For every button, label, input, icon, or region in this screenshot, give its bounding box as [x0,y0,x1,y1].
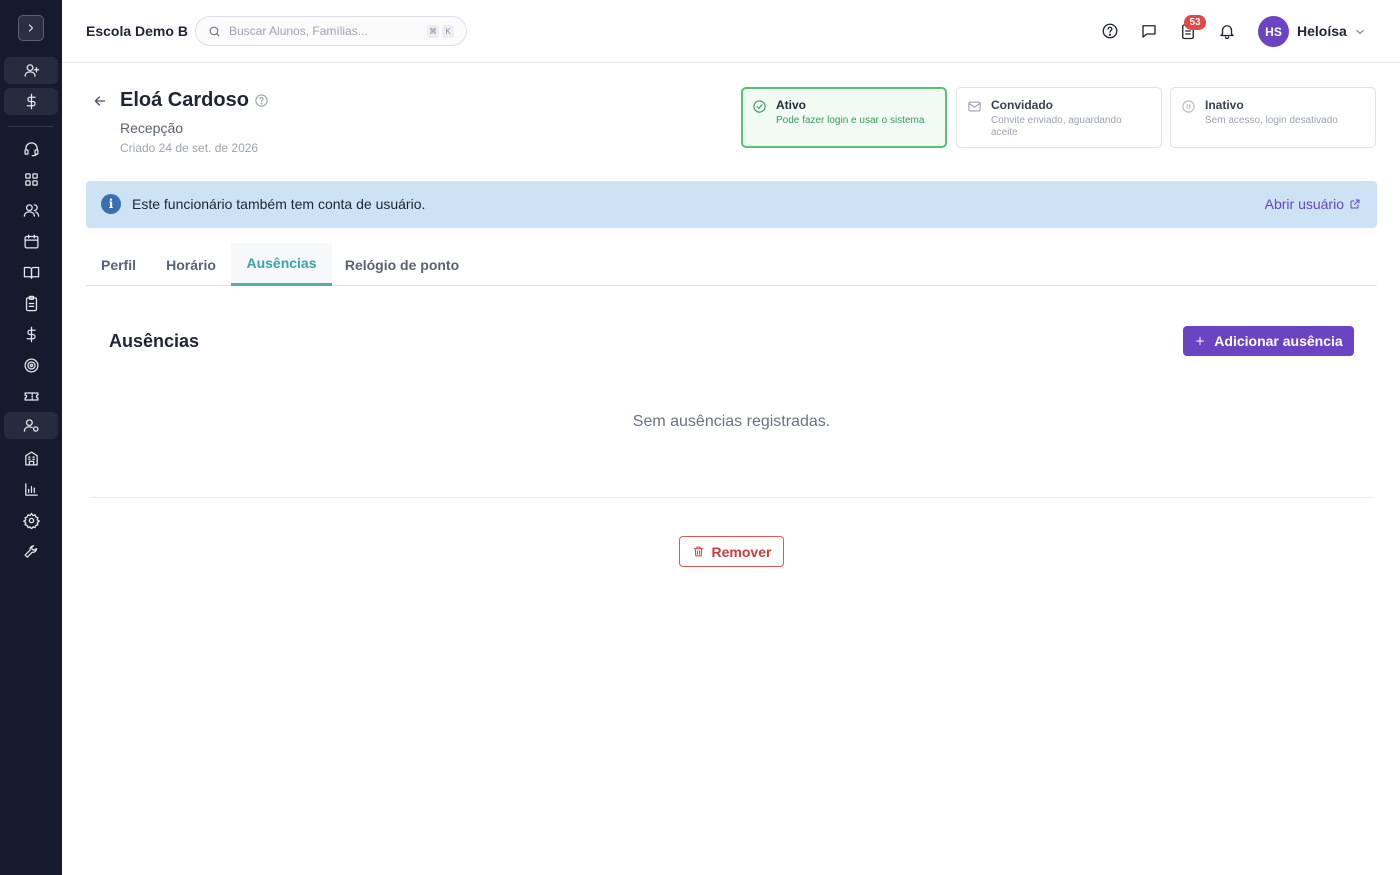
search-icon [209,26,220,36]
top-bar: Escola Demo B ⌘ K [62,0,1400,63]
status-option-title: Ativo [776,98,806,112]
pause-circle-icon [1181,99,1196,119]
sidebar-item-calendar[interactable] [4,228,58,255]
sidebar-item-staff[interactable] [4,412,58,439]
remove-employee-button[interactable]: Remover [679,536,784,567]
sidebar-item-people[interactable] [4,197,58,224]
notification-count-badge: 53 [1184,15,1206,30]
sidebar-item-finance-quick[interactable] [4,88,58,115]
calendar-icon [23,234,39,249]
tab-ausencias[interactable]: Ausências [231,243,332,286]
sidebar-item-buildings[interactable] [4,445,58,472]
gear-icon [22,512,40,529]
open-user-link-label: Abrir usuário [1264,196,1344,212]
headset-icon [23,142,39,157]
employee-created-date: Criado 24 de set. de 2026 [120,141,259,155]
status-option-title: Convidado [991,98,1053,112]
chat-bubble-icon [1142,25,1156,38]
open-user-link[interactable]: Abrir usuário [1265,196,1361,212]
user-account-info-banner: i Este funcionário também tem conta de u… [86,181,1377,228]
bell-icon [1220,25,1234,40]
banner-message: Este funcionário também tem conta de usu… [132,196,426,212]
clipboard-icon [25,295,37,312]
book-icon [23,266,39,279]
sidebar-item-goals[interactable] [4,352,58,379]
status-option-inactive[interactable]: Inativo Sem acesso, login desativado [1170,87,1376,148]
employee-name: Eloá Cardoso [120,89,249,111]
sidebar-divider [8,126,54,127]
status-option-active[interactable]: Ativo Pode fazer login e usar o sistema [741,87,947,148]
help-button[interactable] [1099,20,1121,42]
user-menu-toggle[interactable] [1354,25,1366,43]
user-cog-icon [23,419,39,432]
sidebar-item-support[interactable] [4,135,58,162]
employee-tabs: Perfil Horário Ausências Relógio de pont… [86,243,1377,286]
tab-perfil[interactable]: Perfil [86,243,151,286]
chevron-right-icon [28,24,34,32]
sidebar-item-dashboard[interactable] [4,166,58,193]
remove-label: Remover [711,543,772,560]
sidebar-item-settings[interactable] [4,507,58,534]
status-option-description: Convite enviado, aguardando aceite [991,115,1122,138]
building-icon [24,451,38,466]
target-icon [23,358,39,373]
search-input[interactable] [229,24,419,38]
dashboard-grid-icon [24,173,38,186]
status-option-invited[interactable]: Convidado Convite enviado, aguardando ac… [956,87,1162,148]
status-option-description: Pode fazer login e usar o sistema [776,115,925,126]
help-circle-icon [1102,23,1118,39]
tab-horario[interactable]: Horário [151,243,231,286]
notifications-button[interactable] [1216,20,1238,42]
add-absence-label: Adicionar ausência [1214,333,1343,349]
sidebar-item-courses[interactable] [4,259,58,286]
global-search[interactable]: ⌘ K [195,16,467,46]
sidebar-item-add-user[interactable] [4,57,58,84]
arrow-left-icon [94,96,106,106]
sidebar [0,0,62,875]
user-avatar[interactable]: HS [1258,16,1289,47]
absences-empty-state: Sem ausências registradas. [632,413,831,430]
status-option-title: Inativo [1205,98,1244,112]
shortcut-key-cmd: ⌘ [427,25,439,38]
wrench-icon [23,545,37,558]
sidebar-item-finance[interactable] [4,321,58,348]
school-name[interactable]: Escola Demo B [86,23,188,39]
sidebar-item-tools[interactable] [4,538,58,565]
trash-icon [693,546,703,557]
employee-help-button[interactable] [254,93,269,113]
shortcut-key-k: K [442,25,454,38]
tab-relogio-de-ponto[interactable]: Relógio de ponto [332,243,472,286]
employee-role: Recepção [120,120,184,136]
section-divider [90,497,1373,498]
bar-chart-icon [24,483,38,496]
user-plus-icon [23,64,39,77]
absences-title: Ausências [109,331,200,351]
back-button[interactable] [92,93,110,111]
users-icon [23,204,39,217]
ticket-icon [23,392,39,401]
sidebar-expand-button[interactable] [18,15,44,41]
sidebar-item-tickets[interactable] [4,383,58,410]
dollar-icon [26,326,36,343]
external-link-icon [1350,199,1360,209]
sidebar-item-tasks[interactable] [4,290,58,317]
status-option-description: Sem acesso, login desativado [1205,115,1338,126]
plus-icon [1196,337,1205,345]
check-circle-icon [752,99,767,119]
help-circle-icon [255,94,268,107]
dollar-icon [26,93,36,110]
mail-icon [967,99,982,119]
user-menu-name[interactable]: Heloísa [1297,23,1347,39]
sidebar-item-reports[interactable] [4,476,58,503]
chevron-down-icon [1356,30,1364,34]
messages-button[interactable] [1138,20,1160,42]
add-absence-button[interactable]: Adicionar ausência [1183,326,1354,356]
info-icon: i [101,194,121,214]
